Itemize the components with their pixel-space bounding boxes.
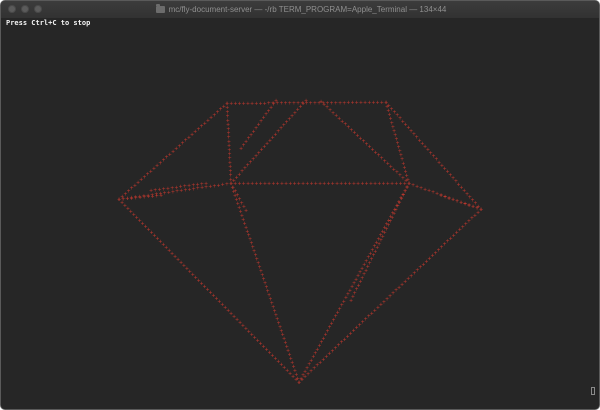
gem-glyph: + bbox=[219, 106, 223, 113]
window-title: mc/fly-document-server — -/rb TERM_PROGR… bbox=[168, 5, 447, 14]
gem-glyph: + bbox=[193, 129, 197, 136]
gem-glyph: + bbox=[209, 115, 213, 122]
gem-glyph: + bbox=[349, 298, 353, 305]
gem-glyph: + bbox=[455, 198, 459, 205]
gem-glyph: + bbox=[376, 305, 380, 312]
gem-glyph: + bbox=[149, 168, 153, 175]
gem-glyph: + bbox=[181, 140, 185, 147]
window-title-group: mc/fly-document-server — -/rb TERM_PROGR… bbox=[1, 1, 599, 18]
gem-glyph: + bbox=[394, 287, 398, 294]
gem-glyph: + bbox=[244, 208, 248, 215]
gem-glyph: + bbox=[146, 171, 150, 178]
gem-glyph: + bbox=[463, 201, 467, 208]
gem-glyph: + bbox=[403, 279, 407, 286]
gem-glyph: + bbox=[449, 235, 453, 242]
gem-glyph: + bbox=[385, 296, 389, 303]
gem-glyph: + bbox=[204, 181, 208, 188]
title-bar[interactable]: mc/fly-document-server — -/rb TERM_PROGR… bbox=[1, 1, 599, 19]
gem-glyph: + bbox=[349, 331, 353, 338]
gem-glyph: + bbox=[203, 120, 207, 127]
gem-glyph: + bbox=[190, 132, 194, 139]
gem-glyph: + bbox=[168, 151, 172, 158]
gem-glyph: + bbox=[239, 146, 243, 153]
gem-glyph: + bbox=[187, 134, 191, 141]
gem-glyph: + bbox=[155, 163, 159, 170]
terminal-cursor bbox=[591, 387, 595, 395]
gem-glyph: + bbox=[440, 244, 444, 251]
gem-glyph: + bbox=[174, 146, 178, 153]
gem-glyph: + bbox=[358, 322, 362, 329]
gem-glyph: + bbox=[206, 117, 210, 124]
gem-glyph: + bbox=[197, 126, 201, 133]
gem-glyph: + bbox=[422, 261, 426, 268]
gem-glyph: + bbox=[143, 174, 147, 181]
gem-glyph: + bbox=[312, 365, 316, 372]
gem-glyph: + bbox=[451, 197, 455, 204]
gem-wireframe: + + + + + + + + + + + + + + + + + + + + + + + + + + + + + + + + + + + + + + ++… bbox=[117, 98, 483, 387]
terminal-output-area[interactable]: Press Ctrl+C to stop + + + + + + + + + + + + + + + + + + +… bbox=[1, 18, 599, 409]
gem-glyph: + bbox=[158, 160, 162, 167]
gem-glyph: + bbox=[367, 313, 371, 320]
gem-glyph: + bbox=[331, 348, 335, 355]
gem-glyph: + bbox=[431, 253, 435, 260]
gem-glyph: + bbox=[200, 123, 204, 130]
gem-glyph: + bbox=[467, 218, 471, 225]
gem-glyph: + bbox=[459, 200, 463, 207]
gem-glyph: + bbox=[439, 193, 443, 200]
gem-glyph: + bbox=[443, 194, 447, 201]
gem-glyph: + bbox=[162, 157, 166, 164]
folder-icon bbox=[155, 4, 165, 13]
gem-glyph: + bbox=[184, 137, 188, 144]
gem-glyph: + bbox=[447, 195, 451, 202]
gem-glyph: + bbox=[139, 177, 143, 184]
gem-glyph: + bbox=[130, 185, 134, 192]
gem-glyph: + bbox=[136, 180, 140, 187]
gem-glyph: + bbox=[340, 339, 344, 346]
gem-glyph: + bbox=[216, 109, 220, 116]
gem-glyph: + bbox=[412, 270, 416, 277]
gem-glyph: + bbox=[159, 193, 163, 200]
ascii-gem-art: + + + + + + + + + + + + + + + + + + + + + + + + + + + + + + + + + + + + + + ++… bbox=[117, 98, 483, 387]
gem-glyph: + bbox=[471, 204, 475, 211]
gem-glyph: + bbox=[321, 356, 325, 363]
gem-glyph: + bbox=[479, 207, 483, 214]
gem-glyph: + bbox=[165, 154, 169, 161]
gem-glyph: + bbox=[212, 112, 216, 119]
gem-glyph: + bbox=[458, 227, 462, 234]
terminal-window: mc/fly-document-server — -/rb TERM_PROGR… bbox=[0, 0, 600, 410]
gem-glyph: + bbox=[171, 149, 175, 156]
gem-glyph: + bbox=[133, 182, 137, 189]
gem-glyph: + bbox=[152, 165, 156, 172]
gem-glyph: + bbox=[178, 143, 182, 150]
gem-glyph: + bbox=[467, 202, 471, 209]
gem-glyph: + bbox=[297, 380, 301, 387]
gem-glyph: + bbox=[475, 205, 479, 212]
